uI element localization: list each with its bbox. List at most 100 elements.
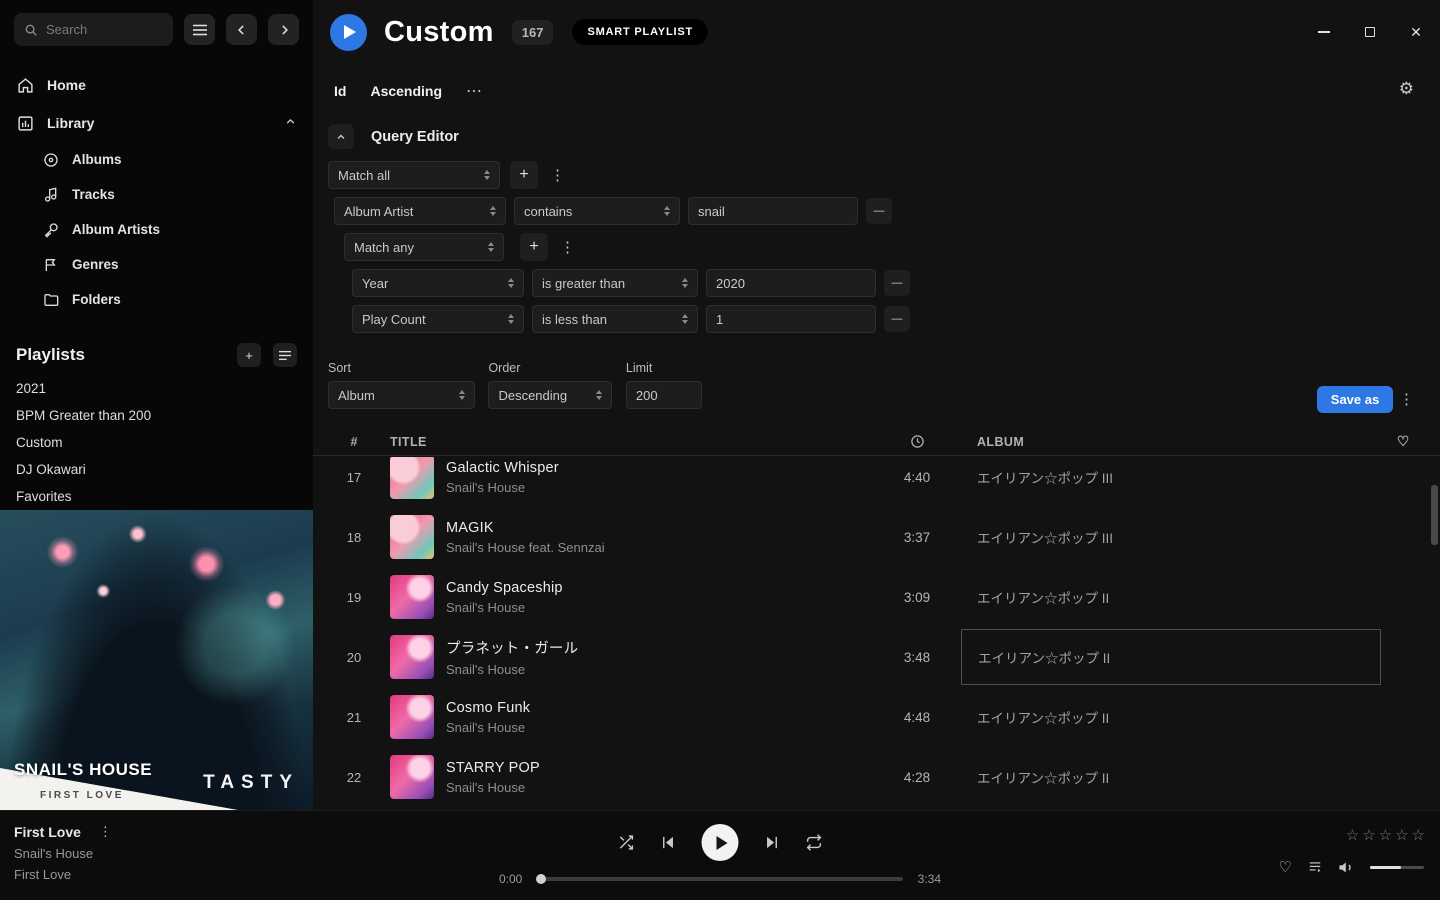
artwork-figure bbox=[118, 662, 127, 692]
nav-forward-button[interactable] bbox=[268, 14, 299, 45]
column-favorite[interactable]: ♡ bbox=[1381, 433, 1425, 450]
volume-icon bbox=[1338, 859, 1355, 876]
table-row[interactable]: 21 Cosmo Funk Snail's House 4:48 エイリアン☆ポ… bbox=[313, 687, 1440, 747]
queue-button[interactable] bbox=[1307, 860, 1323, 874]
shuffle-icon bbox=[618, 834, 635, 851]
now-playing-info: First Love ⋮ Snail's House First Love bbox=[14, 824, 116, 882]
volume-slider[interactable] bbox=[1370, 866, 1424, 869]
group-match-row: Match any + ⋮ bbox=[344, 233, 1420, 261]
skip-forward-icon bbox=[764, 834, 781, 851]
rule-value-input[interactable] bbox=[706, 269, 876, 297]
query-limit-input[interactable] bbox=[626, 381, 702, 409]
menu-button[interactable] bbox=[184, 14, 215, 45]
more-options-button[interactable]: ⋯ bbox=[466, 81, 483, 101]
rule-value-input[interactable] bbox=[706, 305, 876, 333]
star-icon[interactable]: ☆ bbox=[1346, 826, 1359, 844]
now-playing-menu-button[interactable]: ⋮ bbox=[95, 824, 116, 840]
collapse-query-editor-button[interactable] bbox=[328, 124, 354, 149]
sort-field-button[interactable]: Id bbox=[334, 83, 346, 99]
track-album-focused-cell[interactable]: エイリアン☆ポップ II bbox=[961, 629, 1381, 685]
table-row[interactable]: 22 STARRY POP Snail's House 4:28 エイリアン☆ポ… bbox=[313, 747, 1440, 807]
chevron-up-icon[interactable] bbox=[284, 115, 297, 131]
seek-handle[interactable] bbox=[536, 874, 546, 884]
sort-order-button[interactable]: Ascending bbox=[370, 83, 442, 99]
playlist-item[interactable]: DJ Okawari bbox=[0, 456, 313, 483]
group-menu-button[interactable]: ⋮ bbox=[556, 238, 579, 256]
shuffle-button[interactable] bbox=[618, 834, 635, 851]
scrollbar-thumb[interactable] bbox=[1431, 485, 1438, 545]
playlist-item[interactable]: Custom bbox=[0, 429, 313, 456]
sidebar-item-album-artists[interactable]: Album Artists bbox=[0, 212, 313, 247]
query-sort-select[interactable]: Album bbox=[328, 381, 475, 409]
group-match-type-select[interactable]: Match any bbox=[344, 233, 504, 261]
track-duration: 3:48 bbox=[873, 650, 961, 665]
playlist-list-button[interactable] bbox=[273, 343, 297, 367]
star-icon[interactable]: ☆ bbox=[1395, 826, 1408, 844]
track-title: Candy Spaceship bbox=[446, 580, 563, 596]
rule-operator-select[interactable]: is greater than bbox=[532, 269, 698, 297]
playlist-item[interactable]: Favorites bbox=[0, 483, 313, 510]
nav-back-button[interactable] bbox=[226, 14, 257, 45]
search-input[interactable] bbox=[46, 22, 163, 37]
favorite-button[interactable]: ♡ bbox=[1279, 858, 1292, 876]
rule-field-select[interactable]: Year bbox=[352, 269, 524, 297]
add-playlist-button[interactable]: + bbox=[237, 343, 261, 367]
column-duration[interactable] bbox=[873, 434, 961, 449]
maximize-button[interactable] bbox=[1362, 24, 1378, 40]
play-pause-button[interactable] bbox=[702, 824, 739, 861]
table-row[interactable]: 19 Candy Spaceship Snail's House 3:09 エイ… bbox=[313, 567, 1440, 627]
settings-gear-button[interactable]: ⚙ bbox=[1399, 79, 1414, 99]
playlist-item[interactable]: BPM Greater than 200 bbox=[0, 402, 313, 429]
rule-value-input[interactable] bbox=[688, 197, 858, 225]
close-button[interactable]: ✕ bbox=[1408, 24, 1424, 40]
query-order-select[interactable]: Descending bbox=[488, 381, 612, 409]
rule-operator-select[interactable]: contains bbox=[514, 197, 680, 225]
select-carets-icon bbox=[682, 278, 688, 288]
add-group-rule-button[interactable]: + bbox=[520, 233, 548, 261]
select-carets-icon bbox=[508, 278, 514, 288]
sidebar-item-tracks[interactable]: Tracks bbox=[0, 177, 313, 212]
sidebar-item-folders[interactable]: Folders bbox=[0, 282, 313, 317]
table-row[interactable]: 18 MAGIK Snail's House feat. Sennzai 3:3… bbox=[313, 507, 1440, 567]
microphone-icon bbox=[42, 222, 60, 238]
save-as-button[interactable]: Save as bbox=[1317, 386, 1393, 413]
remove-rule-button[interactable]: — bbox=[884, 270, 910, 296]
repeat-button[interactable] bbox=[806, 834, 823, 851]
table-row[interactable]: 20 プラネット・ガール Snail's House 3:48 エイリアン☆ポッ… bbox=[313, 627, 1440, 687]
sidebar-item-genres[interactable]: Genres bbox=[0, 247, 313, 282]
play-playlist-button[interactable] bbox=[330, 14, 367, 51]
skip-back-icon bbox=[660, 834, 677, 851]
column-title[interactable]: TITLE bbox=[380, 435, 873, 449]
save-menu-button[interactable]: ⋮ bbox=[1395, 390, 1418, 408]
add-rule-button[interactable]: + bbox=[510, 161, 538, 189]
star-icon[interactable]: ☆ bbox=[1362, 826, 1375, 844]
now-playing-album[interactable]: First Love bbox=[14, 867, 116, 882]
search-input-container[interactable] bbox=[14, 13, 173, 46]
remove-rule-button[interactable]: — bbox=[866, 198, 892, 224]
next-button[interactable] bbox=[764, 834, 781, 851]
table-row[interactable]: 17 Galactic Whisper Snail's House 4:40 エ… bbox=[313, 457, 1440, 507]
star-icon[interactable]: ☆ bbox=[1412, 826, 1425, 844]
window-controls: ✕ bbox=[1316, 24, 1424, 40]
volume-button[interactable] bbox=[1338, 859, 1355, 876]
rule-field-select[interactable]: Album Artist bbox=[334, 197, 506, 225]
rule-field-select[interactable]: Play Count bbox=[352, 305, 524, 333]
match-type-select[interactable]: Match all bbox=[328, 161, 500, 189]
remove-rule-button[interactable]: — bbox=[884, 306, 910, 332]
rule-operator-select[interactable]: is less than bbox=[532, 305, 698, 333]
star-icon[interactable]: ☆ bbox=[1379, 826, 1392, 844]
previous-button[interactable] bbox=[660, 834, 677, 851]
column-album[interactable]: ALBUM bbox=[961, 435, 1381, 449]
playlist-item[interactable]: 2021 bbox=[0, 375, 313, 402]
track-artist: Snail's House bbox=[446, 480, 559, 495]
sidebar-item-library[interactable]: Library bbox=[0, 104, 313, 142]
column-index[interactable]: # bbox=[328, 435, 380, 449]
seek-bar[interactable] bbox=[537, 877, 902, 881]
rule-group-menu-button[interactable]: ⋮ bbox=[546, 166, 569, 184]
sidebar-item-home[interactable]: Home bbox=[0, 66, 313, 104]
now-playing-title[interactable]: First Love bbox=[14, 824, 81, 840]
now-playing-artwork[interactable]: SNAIL'S HOUSE FIRST LOVE TASTY bbox=[0, 510, 313, 810]
minimize-button[interactable] bbox=[1316, 24, 1332, 40]
sidebar-item-albums[interactable]: Albums bbox=[0, 142, 313, 177]
now-playing-artist[interactable]: Snail's House bbox=[14, 846, 116, 861]
